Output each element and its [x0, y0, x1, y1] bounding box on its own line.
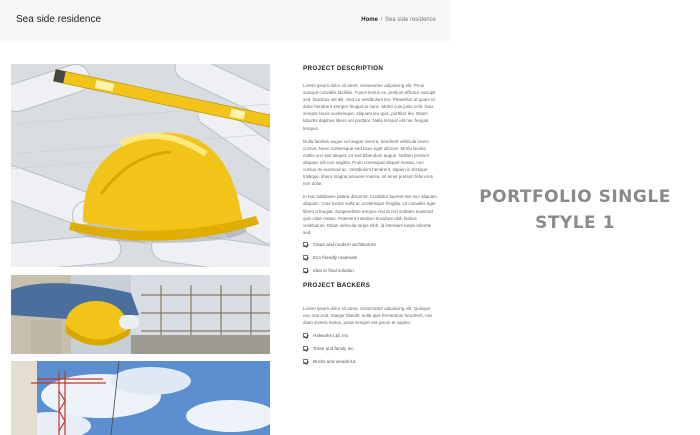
page-screenshot: Sea side residence Home / Sea side resid… [0, 0, 450, 435]
worker-holding-hard-hat-image[interactable] [11, 275, 270, 354]
project-content: PROJECT DESCRIPTION Lorem ipsum dolor si… [303, 64, 437, 372]
breadcrumb-home-link[interactable]: Home [361, 17, 378, 23]
checkbox-icon [303, 359, 308, 365]
breadcrumb: Home / Sea side residence [361, 17, 436, 23]
checkbox-icon [303, 333, 308, 339]
checkbox-icon [303, 254, 308, 260]
list-item: Eco friendly materials [303, 254, 437, 268]
backers-list: Halworks Ltd, Inc. Tores and family inc.… [303, 333, 437, 372]
portfolio-style-label: PORTFOLIO SINGLE STYLE 1 [450, 184, 700, 236]
checkbox-icon [303, 267, 308, 273]
list-item: Idea to final solution [303, 267, 437, 281]
style-label-line-1: PORTFOLIO SINGLE [479, 187, 671, 207]
construction-crane-image[interactable] [11, 361, 270, 435]
project-backers-heading: PROJECT BACKERS [303, 281, 371, 289]
backers-paragraph: Lorem ipsum dolor sit amet, consectetur … [303, 305, 432, 326]
list-item: Clean and modern architecture [303, 241, 437, 255]
checkbox-icon [303, 346, 308, 352]
list-item: Halworks Ltd, Inc. [303, 333, 437, 346]
feature-list: Clean and modern architecture Eco friend… [303, 241, 437, 281]
page-title: Sea side residence [16, 14, 102, 25]
checkbox-icon [303, 241, 308, 247]
page-title-bar: Sea side residence Home / Sea side resid… [0, 0, 450, 42]
description-paragraph-3: In hac habitasse platea dictumst. Curabi… [303, 194, 437, 235]
style-label-line-2: STYLE 1 [535, 213, 615, 233]
hard-hat-on-blueprints-image[interactable] [11, 64, 270, 267]
description-paragraph-2: Nulla facilisis augue vel augue viverra,… [303, 138, 434, 187]
breadcrumb-current: Sea side residence [384, 17, 436, 23]
project-description-heading: PROJECT DESCRIPTION [303, 65, 384, 72]
list-item: Tores and family inc. [303, 346, 437, 359]
breadcrumb-separator: / [380, 17, 383, 23]
list-item: Bricks and woods ltd. [303, 359, 437, 372]
description-paragraph-1: Lorem ipsum dolor sit amet, consectetur … [303, 83, 436, 131]
